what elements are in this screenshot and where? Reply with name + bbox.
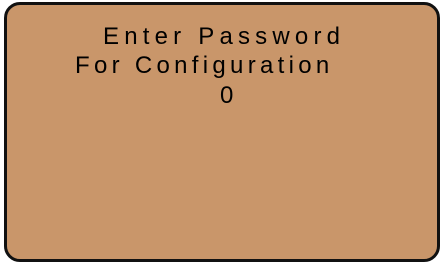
lcd-display-panel: Enter Password For Configuration 0: [4, 2, 440, 262]
password-entry-value[interactable]: 0: [220, 84, 437, 108]
prompt-title: Enter Password: [103, 23, 346, 50]
prompt-subtitle: For Configuration: [75, 52, 334, 79]
